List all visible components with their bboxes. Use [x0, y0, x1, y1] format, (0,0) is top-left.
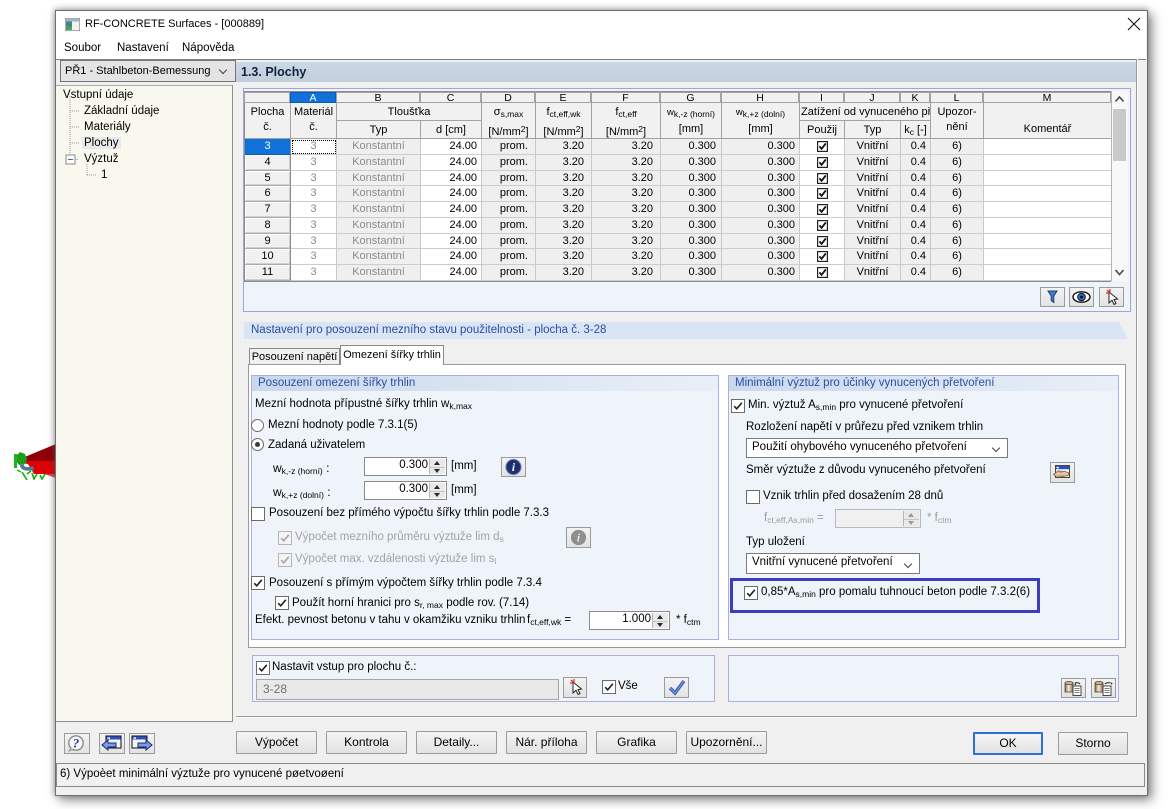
svg-text:?: ?: [73, 736, 80, 751]
